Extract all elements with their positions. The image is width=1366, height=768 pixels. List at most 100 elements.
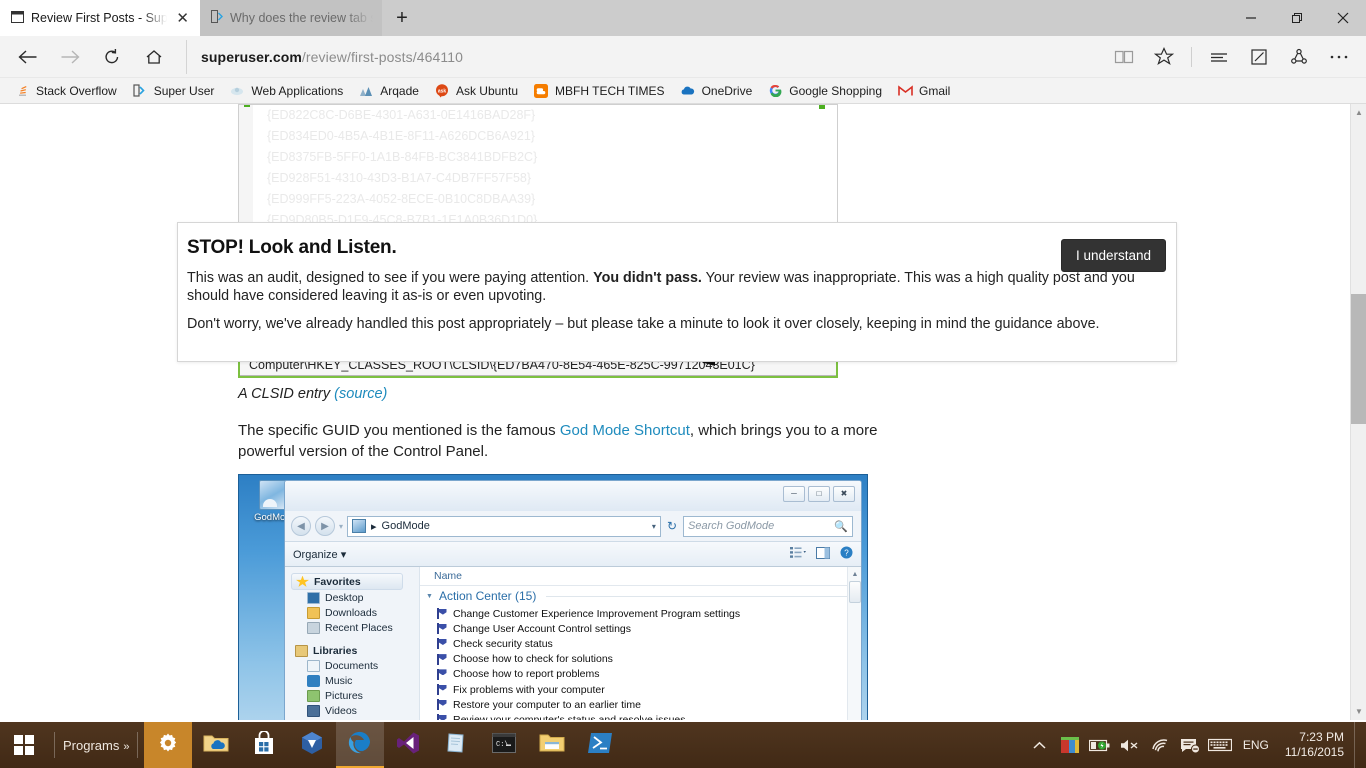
taskbar-onedrive-button[interactable] <box>192 722 240 768</box>
scroll-thumb[interactable] <box>1351 294 1366 424</box>
programs-toolbar[interactable]: Programs » <box>61 737 131 754</box>
organize-button[interactable]: Organize ▾ <box>293 548 346 561</box>
god-mode-shortcut-link[interactable]: God Mode Shortcut <box>560 422 690 439</box>
bookmark-ask-ubuntu[interactable]: ask Ask Ubuntu <box>430 79 529 103</box>
tab-review-first-posts[interactable]: Review First Posts - Supe ✕ <box>0 0 200 36</box>
nav-item-recent-places[interactable]: Recent Places <box>293 620 419 635</box>
list-item[interactable]: Review your computer's status and resolv… <box>420 712 861 720</box>
bookmark-web-applications[interactable]: Web Applications <box>225 79 354 103</box>
tab-close-icon[interactable]: ✕ <box>174 11 191 26</box>
bookmark-super-user[interactable]: Super User <box>128 79 226 103</box>
hub-icon[interactable] <box>1200 40 1238 74</box>
nav-item-music[interactable]: Music <box>293 673 419 688</box>
nav-item-libraries[interactable]: Libraries <box>293 643 419 658</box>
group-header-action-center[interactable]: ▼ Action Center (15) <box>420 586 861 606</box>
show-hidden-icons-button[interactable] <box>1025 722 1055 768</box>
chevron-down-icon[interactable]: ▾ <box>652 522 656 531</box>
taskbar-store-button[interactable] <box>240 722 288 768</box>
explorer-maximize-button[interactable]: □ <box>808 486 830 502</box>
volume-muted-icon[interactable] <box>1115 722 1145 768</box>
paragraph-text-before: The specific GUID you mentioned is the f… <box>238 422 560 439</box>
caption-source-link[interactable]: (source) <box>334 386 387 402</box>
chevron-double-right-icon[interactable]: » <box>123 741 129 753</box>
home-icon[interactable] <box>134 40 174 74</box>
battery-icon[interactable] <box>1085 722 1115 768</box>
bookmark-label: Web Applications <box>251 83 344 98</box>
new-tab-button[interactable]: + <box>382 0 422 36</box>
list-item[interactable]: Choose how to check for solutions <box>420 652 861 667</box>
column-header-name[interactable]: Name <box>420 567 861 586</box>
forward-arrow-icon[interactable] <box>50 40 90 74</box>
close-button[interactable] <box>1320 0 1366 36</box>
list-item-label: Check security status <box>453 637 553 650</box>
page-scrollbar[interactable]: ▲ ▼ <box>1350 104 1366 720</box>
reading-view-icon[interactable] <box>1105 40 1143 74</box>
explorer-breadcrumb-godmode[interactable]: GodMode <box>382 520 430 532</box>
minimize-button[interactable] <box>1228 0 1274 36</box>
address-bar[interactable]: superuser.com/review/first-posts/464110 <box>186 39 1103 74</box>
taskbar-command-prompt-button[interactable]: C:\ <box>480 722 528 768</box>
taskbar-divider <box>54 732 55 758</box>
taskbar-clock[interactable]: 7:23 PM 11/16/2015 <box>1277 730 1354 760</box>
tab-why-does-review-tab[interactable]: Why does the review tab scr <box>200 0 382 36</box>
preview-pane-icon[interactable] <box>816 546 830 562</box>
taskbar-powershell-button[interactable] <box>576 722 624 768</box>
start-button[interactable] <box>0 722 48 768</box>
help-icon[interactable]: ? <box>840 546 853 562</box>
favorites-star-icon[interactable] <box>1145 40 1183 74</box>
web-note-icon[interactable] <box>1240 40 1278 74</box>
language-indicator[interactable]: ENG <box>1235 722 1277 768</box>
nav-item-downloads[interactable]: Downloads <box>293 605 419 620</box>
share-icon[interactable] <box>1280 40 1318 74</box>
list-item[interactable]: Change User Account Control settings <box>420 621 861 636</box>
list-item[interactable]: Restore your computer to an earlier time <box>420 697 861 712</box>
bookmark-arqade[interactable]: Arqade <box>354 79 430 103</box>
explorer-search-input[interactable]: Search GodMode 🔍 <box>683 515 853 537</box>
nav-item-desktop[interactable]: Desktop <box>293 590 419 605</box>
explorer-refresh-icon[interactable]: ↻ <box>665 519 679 533</box>
bookmark-onedrive[interactable]: OneDrive <box>676 79 764 103</box>
bookmark-mbfh-tech-times[interactable]: MBFH TECH TIMES <box>529 79 676 103</box>
view-options-icon[interactable] <box>790 547 806 561</box>
collapse-triangle-icon[interactable]: ▼ <box>426 593 433 600</box>
explorer-close-button[interactable]: ✖ <box>833 486 855 502</box>
list-item[interactable]: Check security status <box>420 636 861 651</box>
winrar-icon[interactable] <box>1055 722 1085 768</box>
nav-item-favorites[interactable]: Favorites <box>291 573 403 590</box>
taskbar-virtualbox-button[interactable] <box>288 722 336 768</box>
keyboard-icon[interactable] <box>1205 722 1235 768</box>
taskbar-edge-button[interactable] <box>336 722 385 768</box>
list-item[interactable]: Change Customer Experience Improvement P… <box>420 606 861 621</box>
explorer-vertical-scrollbar[interactable]: ▲ ▼ <box>847 567 861 720</box>
bookmark-gmail[interactable]: Gmail <box>893 79 961 103</box>
show-desktop-button[interactable] <box>1354 722 1360 768</box>
explorer-back-button[interactable]: ◀ <box>291 516 311 536</box>
taskbar-visual-studio-button[interactable] <box>384 722 432 768</box>
scroll-thumb[interactable] <box>849 581 861 603</box>
wifi-icon[interactable] <box>1145 722 1175 768</box>
nav-item-videos[interactable]: Videos <box>293 703 419 718</box>
explorer-history-caret-icon[interactable]: ▾ <box>339 522 343 531</box>
i-understand-button[interactable]: I understand <box>1060 239 1166 272</box>
list-item[interactable]: Choose how to report problems <box>420 667 861 682</box>
action-center-icon[interactable] <box>1175 722 1205 768</box>
nav-item-pictures[interactable]: Pictures <box>293 688 419 703</box>
more-icon[interactable] <box>1320 40 1358 74</box>
back-arrow-icon[interactable] <box>8 40 48 74</box>
taskbar-file-explorer-button[interactable] <box>528 722 576 768</box>
list-item[interactable]: Fix problems with your computer <box>420 682 861 697</box>
refresh-icon[interactable] <box>92 40 132 74</box>
explorer-minimize-button[interactable]: ─ <box>783 486 805 502</box>
bookmark-stack-overflow[interactable]: Stack Overflow <box>10 79 128 103</box>
taskbar-notepad-button[interactable] <box>432 722 480 768</box>
bookmark-google-shopping[interactable]: Google Shopping <box>763 79 893 103</box>
explorer-address-bar[interactable]: ▸ GodMode ▾ <box>347 515 661 537</box>
nav-item-documents[interactable]: Documents <box>293 658 419 673</box>
scroll-up-arrow-icon[interactable]: ▲ <box>848 567 861 581</box>
taskbar-settings-button[interactable] <box>144 722 193 768</box>
scroll-down-arrow-icon[interactable]: ▼ <box>1351 703 1366 720</box>
scroll-up-arrow-icon[interactable]: ▲ <box>1351 104 1366 121</box>
explorer-forward-button[interactable]: ▶ <box>315 516 335 536</box>
restore-button[interactable] <box>1274 0 1320 36</box>
gmail-icon <box>897 83 913 99</box>
